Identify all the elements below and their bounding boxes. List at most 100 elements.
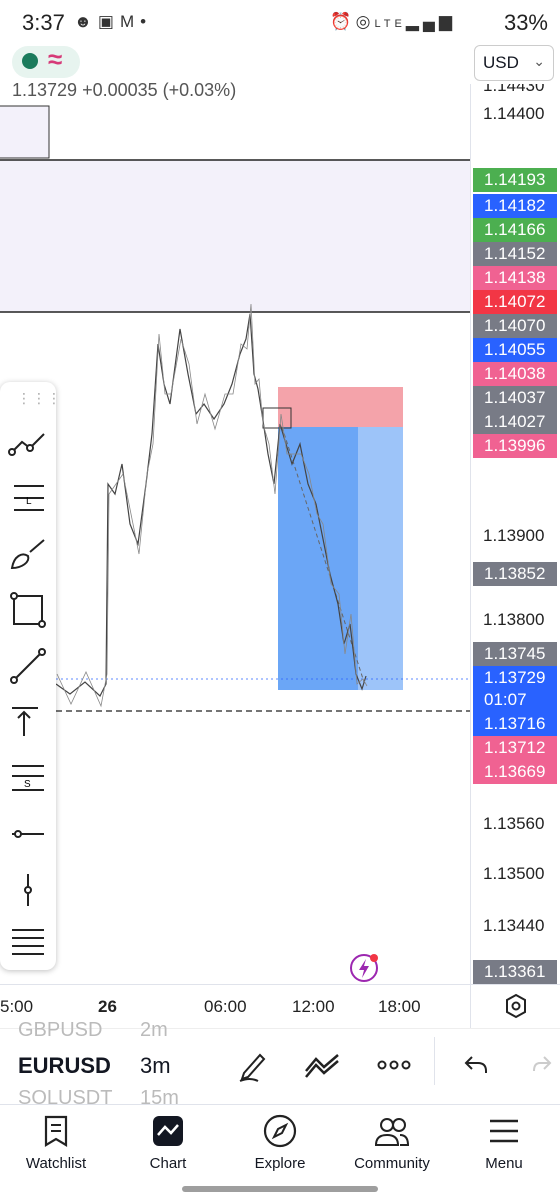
chart-icon xyxy=(153,1116,183,1146)
pencil-icon[interactable] xyxy=(236,1047,272,1083)
currency-select[interactable]: USD ⌄ xyxy=(474,45,554,81)
price-tag: 1.14027 xyxy=(473,410,557,434)
fib-retracement-icon[interactable]: L xyxy=(8,478,48,518)
price-tag: 1.14166 xyxy=(473,218,557,242)
price-label: 1.13800 xyxy=(483,610,545,629)
chart-drawing xyxy=(0,105,470,712)
nav-explore[interactable]: Explore xyxy=(224,1105,336,1185)
lightning-icon[interactable] xyxy=(348,952,380,984)
nav-label: Menu xyxy=(485,1155,523,1172)
price-label: 1.14430 xyxy=(483,84,545,95)
time-label: 12:00 xyxy=(292,997,335,1016)
indicators-icon[interactable] xyxy=(302,1047,342,1083)
price-label: 1.13500 xyxy=(483,864,545,883)
vertical-line-icon[interactable] xyxy=(8,870,48,910)
price-tag: 1.13669 xyxy=(473,760,557,784)
drag-handle-icon[interactable]: ⋮⋮⋮ xyxy=(17,390,62,407)
status-bar: 3:37 ☻▣M• ⏰◎LTE▂▄▆ 33% xyxy=(0,0,560,48)
price-tag: 1.13716 xyxy=(473,712,557,736)
snapchat-icon: ☻ xyxy=(74,12,98,31)
price-tag: 1.13361 xyxy=(473,960,557,984)
community-icon xyxy=(374,1118,410,1146)
hotspot-icon: ◎ xyxy=(355,12,375,31)
price-label: 1.13900 xyxy=(483,526,545,545)
text-fib-icon[interactable]: S xyxy=(8,758,48,798)
timeframe[interactable]: 3m xyxy=(140,1053,171,1079)
price-tag: 1.14152 xyxy=(473,242,557,266)
signal-icon: ▂▄▆ xyxy=(405,12,456,31)
time-label: 26 xyxy=(98,997,117,1016)
currency-value: USD xyxy=(483,53,519,72)
prev-timeframe[interactable]: 2m xyxy=(140,1019,168,1042)
undo-icon[interactable] xyxy=(460,1049,492,1081)
rectangle-icon[interactable] xyxy=(8,590,48,630)
nav-chart[interactable]: Chart xyxy=(112,1105,224,1185)
price-tag: 1.14182 xyxy=(473,194,557,218)
price-label: 1.14400 xyxy=(483,104,545,123)
nav-menu[interactable]: Menu xyxy=(448,1105,560,1185)
nav-watchlist[interactable]: Watchlist xyxy=(0,1105,112,1185)
more-tools-icon[interactable] xyxy=(8,922,48,962)
price-tag: 1.13745 xyxy=(473,642,557,666)
chart-canvas[interactable] xyxy=(0,84,470,984)
menu-icon xyxy=(490,1119,518,1143)
price-label: 1.13560 xyxy=(483,814,545,833)
indicator-icon[interactable]: ≈ xyxy=(48,44,62,75)
svg-text:S: S xyxy=(24,779,31,790)
battery-level: 33% xyxy=(503,10,548,35)
take-profit-zone xyxy=(278,427,358,690)
gmail-icon: M xyxy=(119,12,141,31)
system-icons: ⏰◎LTE▂▄▆ xyxy=(330,12,456,32)
notification-icons: ☻▣M• xyxy=(74,12,152,32)
line-icon[interactable] xyxy=(8,646,48,686)
price-tag: 1.13729 xyxy=(473,666,557,690)
symbol-bar: GBPUSD 2m EURUSD 3m SOLUSDT 15m xyxy=(0,1019,560,1109)
time-label: 5:00 xyxy=(0,997,34,1016)
nav-label: Explore xyxy=(254,1155,306,1172)
alarm-icon: ⏰ xyxy=(330,12,356,31)
nav-community[interactable]: Community xyxy=(336,1105,448,1185)
time-label: 18:00 xyxy=(378,997,421,1016)
watchlist-icon xyxy=(44,1115,68,1147)
hexagon-settings-icon[interactable] xyxy=(470,985,560,1029)
price-tag: 1.13996 xyxy=(473,434,557,458)
rectangle-drawing-large xyxy=(0,159,470,313)
long-position-icon[interactable] xyxy=(8,702,48,742)
price-axis[interactable]: 1.14430 1.14400 1.13900 1.13800 1.13560 … xyxy=(470,84,560,984)
home-indicator[interactable] xyxy=(182,1186,378,1192)
more-options-icon[interactable] xyxy=(374,1051,414,1079)
stop-loss-zone xyxy=(278,387,403,427)
price-tag: 1.14193 xyxy=(473,168,557,192)
price-label: 1.13440 xyxy=(483,916,545,935)
dot-icon: • xyxy=(140,12,153,31)
redo-icon[interactable] xyxy=(530,1049,560,1081)
price-tag: 1.14055 xyxy=(473,338,557,362)
rectangle-drawing-small xyxy=(0,105,50,159)
price-tag: 1.14070 xyxy=(473,314,557,338)
market-status-icon xyxy=(22,53,38,69)
price-tag: 1.14138 xyxy=(473,266,557,290)
nav-label: Community xyxy=(354,1155,430,1172)
price-tag: 1.14038 xyxy=(473,362,557,386)
svg-text:L: L xyxy=(26,496,32,507)
time-label: 06:00 xyxy=(204,997,247,1016)
trend-line-icon[interactable] xyxy=(8,422,48,462)
photos-icon: ▣ xyxy=(97,12,120,31)
compass-icon xyxy=(263,1114,297,1148)
price-tag: 1.13712 xyxy=(473,736,557,760)
take-profit-zone-ext xyxy=(358,427,403,690)
chevron-down-icon: ⌄ xyxy=(533,53,545,69)
nav-label: Chart xyxy=(149,1155,187,1172)
horizontal-ray-icon[interactable] xyxy=(8,814,48,854)
price-tag: 1.14072 xyxy=(473,290,557,314)
price-tag: 1.13852 xyxy=(473,562,557,586)
nav-label: Watchlist xyxy=(25,1155,87,1172)
price-tag: 01:07 xyxy=(473,688,557,712)
drawing-toolbar: ⋮⋮⋮ L S xyxy=(0,382,61,970)
prev-symbol[interactable]: GBPUSD xyxy=(18,1019,102,1042)
divider xyxy=(434,1037,435,1085)
brush-icon[interactable] xyxy=(8,534,48,574)
lte-icon: LTE xyxy=(374,18,406,30)
price-tag: 1.14037 xyxy=(473,386,557,410)
symbol-name[interactable]: EURUSD xyxy=(18,1053,111,1079)
